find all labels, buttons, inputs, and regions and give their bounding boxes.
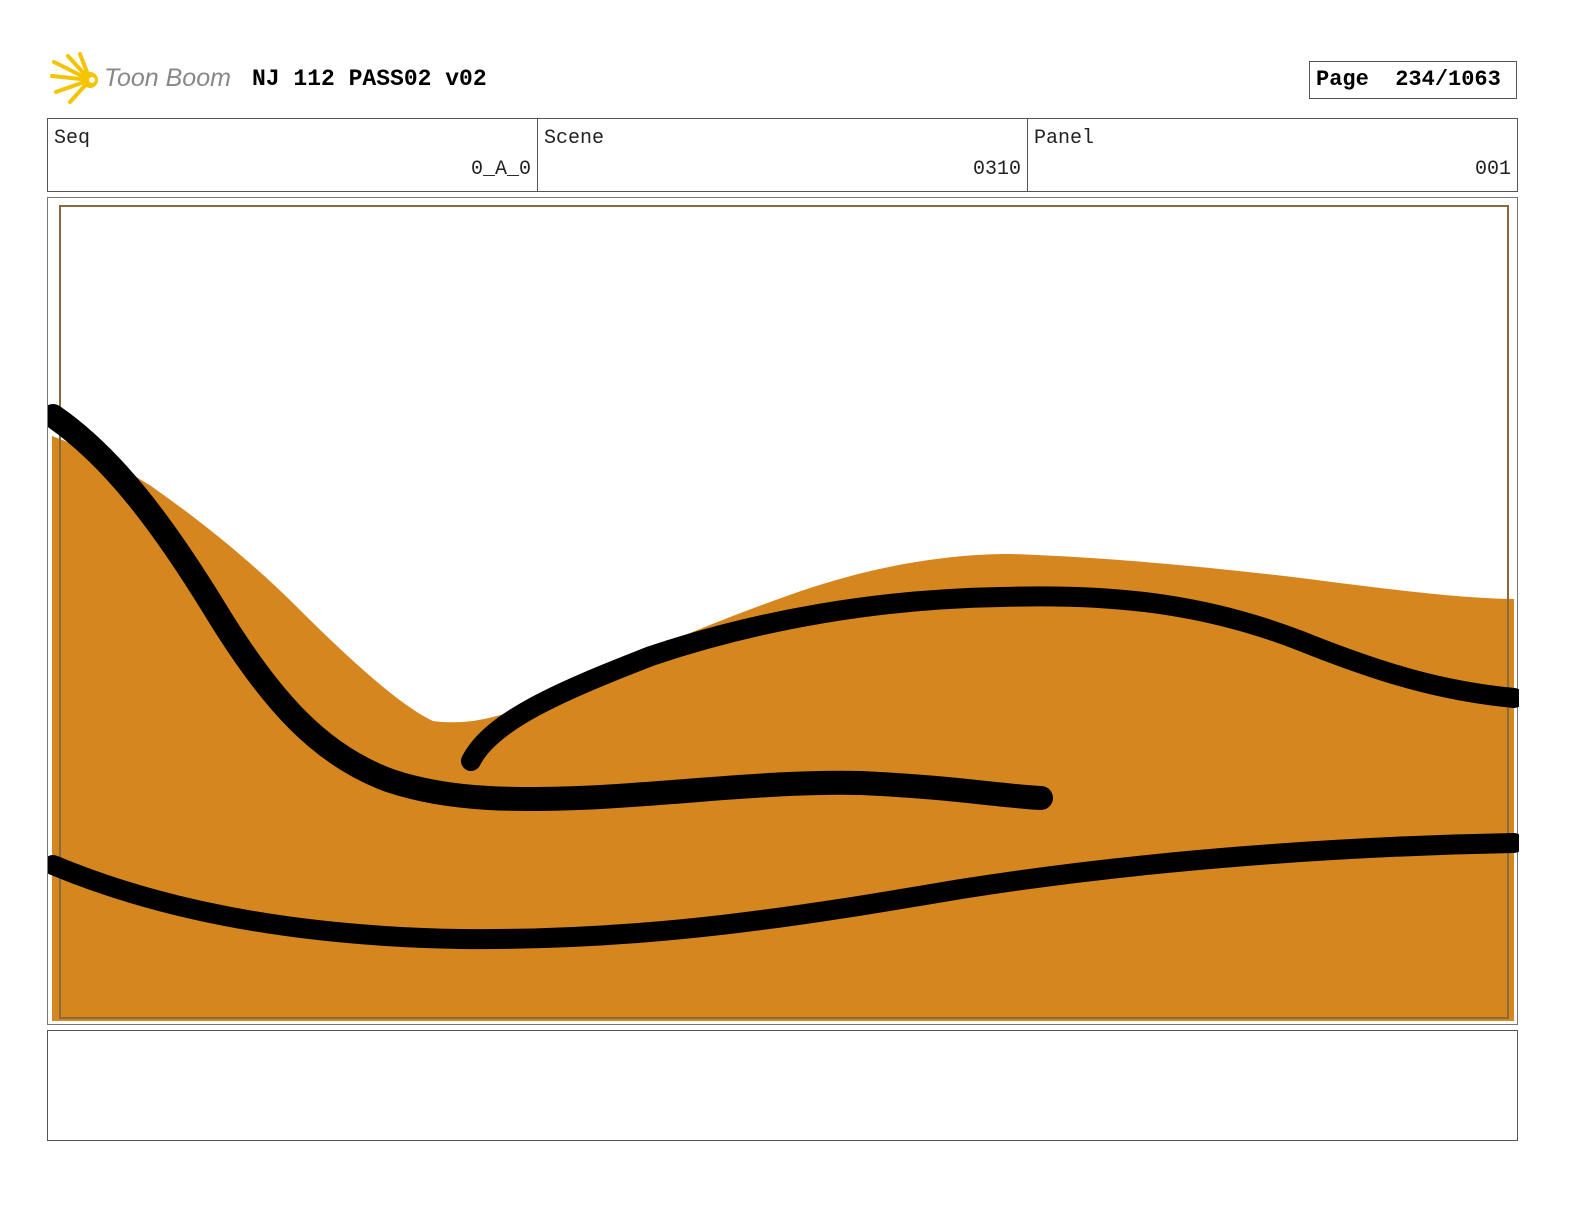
project-title: NJ 112 PASS02 v02 [252,66,487,92]
seq-cell: Seq 0_A_0 [48,119,538,191]
logo-text: Toon Boom [104,63,231,92]
panel-value: 001 [1474,158,1511,181]
seq-label: Seq [54,127,91,150]
panel-drawing [48,205,1519,1021]
scene-cell: Scene 0310 [538,119,1028,191]
storyboard-panel [47,197,1519,1025]
page-counter: Page 234/1063 [1309,61,1517,99]
page-value: 234/1063 [1395,67,1501,92]
starburst-icon [50,52,98,104]
storyboard-page: Toon Boom NJ 112 PASS02 v02 Page 234/106… [0,0,1584,1224]
panel-label: Panel [1034,127,1095,150]
seq-value: 0_A_0 [470,158,531,181]
shot-info-table: Seq 0_A_0 Scene 0310 Panel 001 [47,118,1518,192]
toon-boom-logo: Toon Boom [50,52,231,104]
scene-value: 0310 [972,158,1021,181]
page-label: Page [1316,67,1369,92]
scene-label: Scene [544,127,605,150]
notes-box [47,1030,1518,1141]
panel-cell: Panel 001 [1028,119,1517,191]
